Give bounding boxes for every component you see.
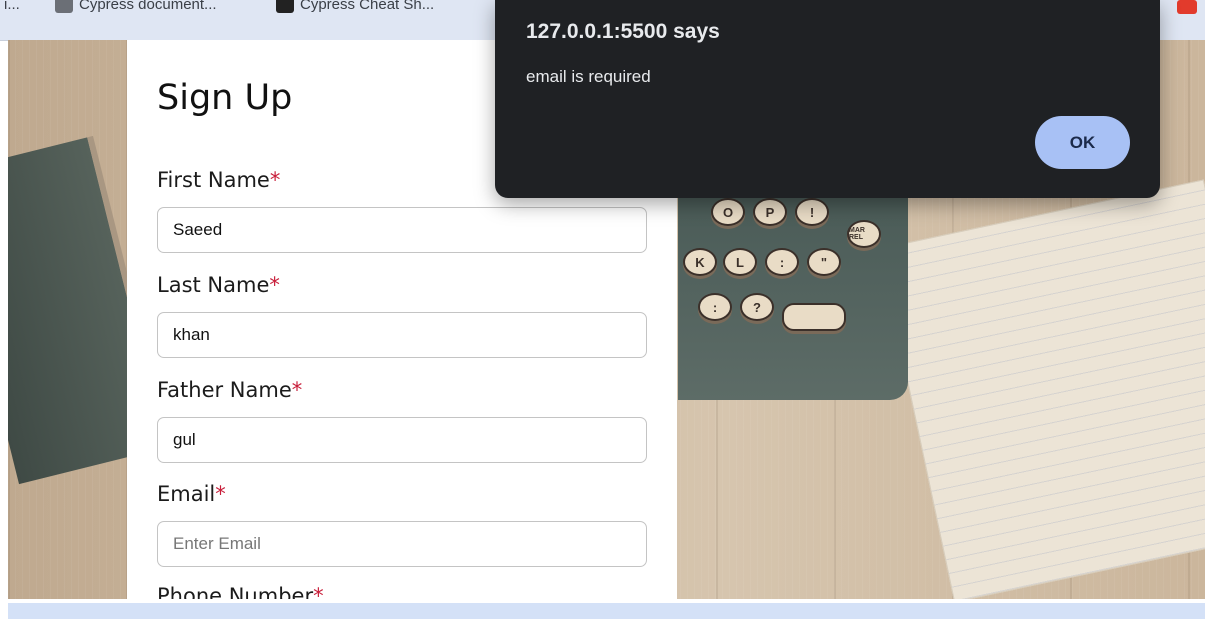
typewriter-key: ! (795, 198, 829, 226)
browser-bottom-bar (8, 599, 1205, 619)
email-input[interactable] (157, 521, 647, 567)
bookmark-truncated[interactable]: i... (4, 0, 20, 13)
email-label: Email* (157, 482, 226, 506)
typewriter-key: MAR REL (847, 220, 881, 248)
bookmark-label: Cypress Cheat Sh... (300, 0, 435, 13)
cypress-icon (55, 0, 73, 13)
first-name-label: First Name* (157, 168, 280, 192)
father-name-input[interactable] (157, 417, 647, 463)
phone-number-label: Phone Number* (157, 584, 324, 599)
youtube-icon[interactable] (1177, 0, 1197, 14)
typewriter-key: K (683, 248, 717, 276)
father-name-label: Father Name* (157, 378, 302, 402)
required-mark: * (215, 482, 226, 506)
typewriter-key: : (765, 248, 799, 276)
required-mark: * (291, 378, 303, 402)
phone-number-label-text: Phone Number (157, 584, 314, 599)
first-name-input[interactable] (157, 207, 647, 253)
required-mark: * (269, 273, 280, 297)
last-name-label-text: Last Name (157, 273, 270, 297)
last-name-label: Last Name* (157, 273, 280, 297)
cheatsheet-icon (276, 0, 294, 13)
email-label-text: Email (157, 482, 216, 506)
required-mark: * (313, 584, 324, 599)
typewriter-key (782, 303, 846, 331)
first-name-label-text: First Name (157, 168, 270, 192)
typewriter-key: P (753, 198, 787, 226)
bookmark-cypress-docs[interactable]: Cypress document... (55, 0, 217, 13)
bookmark-label: Cypress document... (79, 0, 217, 13)
background-typewriter-image: O P ! MAR REL K L : " : ? (678, 190, 908, 400)
bookmark-cypress-cheat-sheet[interactable]: Cypress Cheat Sh... (276, 0, 434, 13)
ok-button[interactable]: OK (1035, 116, 1130, 169)
dialog-message: email is required (526, 67, 651, 86)
last-name-input[interactable] (157, 312, 647, 358)
page-title: Sign Up (157, 78, 293, 118)
typewriter-key: ? (740, 293, 774, 321)
bookmark-label: i... (4, 0, 20, 13)
father-name-label-text: Father Name (157, 378, 292, 402)
typewriter-key: " (807, 248, 841, 276)
typewriter-key: O (711, 198, 745, 226)
alert-dialog: 127.0.0.1:5500 says email is required OK (495, 0, 1160, 198)
required-mark: * (269, 168, 281, 192)
typewriter-key: L (723, 248, 757, 276)
background-notebook-image (878, 179, 1205, 599)
dialog-title: 127.0.0.1:5500 says (526, 20, 720, 43)
typewriter-key: : (698, 293, 732, 321)
